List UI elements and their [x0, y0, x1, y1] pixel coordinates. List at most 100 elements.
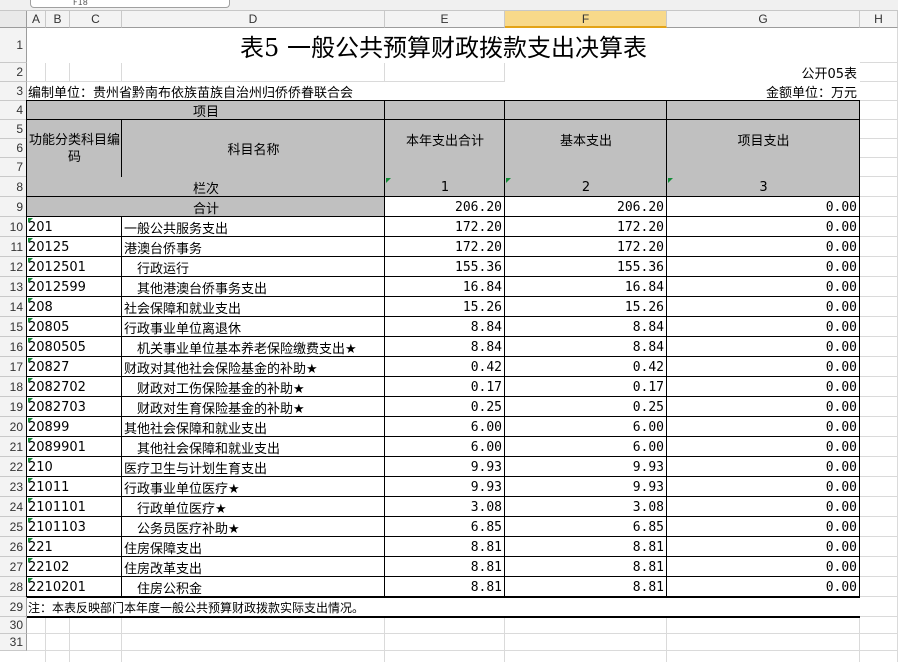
row-header-28[interactable]: 28 [0, 577, 27, 597]
select-all-corner[interactable] [0, 11, 27, 28]
row-project[interactable]: 0.00 [667, 497, 860, 517]
row-project[interactable]: 0.00 [667, 257, 860, 277]
row-name[interactable]: 一般公共服务支出 [122, 217, 385, 237]
row-total[interactable]: 9.93 [385, 457, 505, 477]
row-header-12[interactable]: 12 [0, 257, 27, 277]
row-name[interactable]: 住房公积金 [122, 577, 385, 597]
row-name[interactable]: 其他社会保障和就业支出 [122, 417, 385, 437]
row-basic[interactable]: 8.84 [505, 337, 667, 357]
row-project[interactable]: 0.00 [667, 437, 860, 457]
row-code[interactable]: 22102 [27, 557, 122, 577]
row-project[interactable]: 0.00 [667, 477, 860, 497]
row-code[interactable]: 20899 [27, 417, 122, 437]
row-basic[interactable]: 8.81 [505, 537, 667, 557]
sum-basic[interactable]: 206.20 [505, 197, 667, 217]
row-total[interactable]: 8.81 [385, 557, 505, 577]
row-header-2[interactable]: 2 [0, 63, 27, 82]
row-total[interactable]: 8.84 [385, 337, 505, 357]
row-basic[interactable]: 3.08 [505, 497, 667, 517]
row-header-20[interactable]: 20 [0, 417, 27, 437]
column-header-e[interactable]: E [385, 11, 505, 28]
sum-label[interactable]: 合计 [27, 197, 385, 217]
row-name[interactable]: 财政对生育保险基金的补助★ [122, 397, 385, 417]
row-name[interactable]: 医疗卫生与计划生育支出 [122, 457, 385, 477]
table-note[interactable]: 注：本表反映部门本年度一般公共预算财政拨款实际支出情况。 [27, 597, 860, 617]
header-subject-name[interactable]: 科目名称 [122, 120, 385, 177]
row-project[interactable]: 0.00 [667, 337, 860, 357]
header-item[interactable]: 项目 [27, 101, 385, 120]
row-code[interactable]: 2101103 [27, 517, 122, 537]
row-name[interactable]: 行政单位医疗★ [122, 497, 385, 517]
row-basic[interactable]: 16.84 [505, 277, 667, 297]
row-header-22[interactable]: 22 [0, 457, 27, 477]
column-header-a[interactable]: A [27, 11, 46, 28]
row-header-11[interactable]: 11 [0, 237, 27, 257]
table-code[interactable]: 公开05表 [505, 63, 860, 82]
row-total[interactable]: 172.20 [385, 237, 505, 257]
row-basic[interactable]: 8.81 [505, 577, 667, 597]
row-total[interactable]: 0.25 [385, 397, 505, 417]
row-basic[interactable]: 155.36 [505, 257, 667, 277]
row-basic[interactable]: 8.81 [505, 557, 667, 577]
row-basic[interactable]: 172.20 [505, 217, 667, 237]
row-header-30[interactable]: 30 [0, 617, 27, 634]
row-header-21[interactable]: 21 [0, 437, 27, 457]
row-code[interactable]: 2012501 [27, 257, 122, 277]
header-project[interactable]: 项目支出 [667, 101, 860, 177]
row-code[interactable]: 20805 [27, 317, 122, 337]
row-name[interactable]: 公务员医疗补助★ [122, 517, 385, 537]
row-project[interactable]: 0.00 [667, 357, 860, 377]
row-basic[interactable]: 0.25 [505, 397, 667, 417]
row-header-3[interactable]: 3 [0, 82, 27, 101]
row-header-10[interactable]: 10 [0, 217, 27, 237]
row-name[interactable]: 行政运行 [122, 257, 385, 277]
row-total[interactable]: 155.36 [385, 257, 505, 277]
row-header-23[interactable]: 23 [0, 477, 27, 497]
row-basic[interactable]: 172.20 [505, 237, 667, 257]
row-header-24[interactable]: 24 [0, 497, 27, 517]
header-basic[interactable]: 基本支出 [505, 101, 667, 177]
row-total[interactable]: 9.93 [385, 477, 505, 497]
row-basic[interactable]: 6.85 [505, 517, 667, 537]
row-header-18[interactable]: 18 [0, 377, 27, 397]
row-name[interactable]: 住房改革支出 [122, 557, 385, 577]
row-code[interactable]: 2012599 [27, 277, 122, 297]
row-header-17[interactable]: 17 [0, 357, 27, 377]
row-code[interactable]: 20827 [27, 357, 122, 377]
header-col-1[interactable]: 1 [385, 177, 505, 197]
row-name[interactable]: 行政事业单位医疗★ [122, 477, 385, 497]
row-name[interactable]: 其他港澳台侨事务支出 [122, 277, 385, 297]
row-total[interactable]: 8.81 [385, 537, 505, 557]
row-code[interactable]: 2089901 [27, 437, 122, 457]
sum-total[interactable]: 206.20 [385, 197, 505, 217]
row-basic[interactable]: 9.93 [505, 477, 667, 497]
header-col-2[interactable]: 2 [505, 177, 667, 197]
header-col-3[interactable]: 3 [667, 177, 860, 197]
row-project[interactable]: 0.00 [667, 397, 860, 417]
row-code[interactable]: 208 [27, 297, 122, 317]
header-lanci[interactable]: 栏次 [27, 177, 385, 197]
row-project[interactable]: 0.00 [667, 317, 860, 337]
header-func-code[interactable]: 功能分类科目编码 [27, 120, 122, 177]
column-header-f[interactable]: F [505, 11, 667, 28]
column-header-h[interactable]: H [860, 11, 898, 28]
row-code[interactable]: 2101101 [27, 497, 122, 517]
row-code[interactable]: 2080505 [27, 337, 122, 357]
row-basic[interactable]: 6.00 [505, 437, 667, 457]
row-basic[interactable]: 9.93 [505, 457, 667, 477]
column-header-g[interactable]: G [667, 11, 860, 28]
row-code[interactable]: 2210201 [27, 577, 122, 597]
row-header-25[interactable]: 25 [0, 517, 27, 537]
row-header-29[interactable]: 29 [0, 597, 27, 617]
row-total[interactable]: 16.84 [385, 277, 505, 297]
row-total[interactable]: 15.26 [385, 297, 505, 317]
row-total[interactable]: 6.00 [385, 417, 505, 437]
row-total[interactable]: 3.08 [385, 497, 505, 517]
column-header-b[interactable]: B [46, 11, 70, 28]
unit-right[interactable]: 金额单位：万元 [505, 82, 860, 101]
row-name[interactable]: 机关事业单位基本养老保险缴费支出★ [122, 337, 385, 357]
sheet-title[interactable]: 表5 一般公共预算财政拨款支出决算表 [27, 28, 860, 63]
row-project[interactable]: 0.00 [667, 277, 860, 297]
row-basic[interactable]: 0.17 [505, 377, 667, 397]
row-header-6[interactable]: 6 [0, 139, 27, 158]
